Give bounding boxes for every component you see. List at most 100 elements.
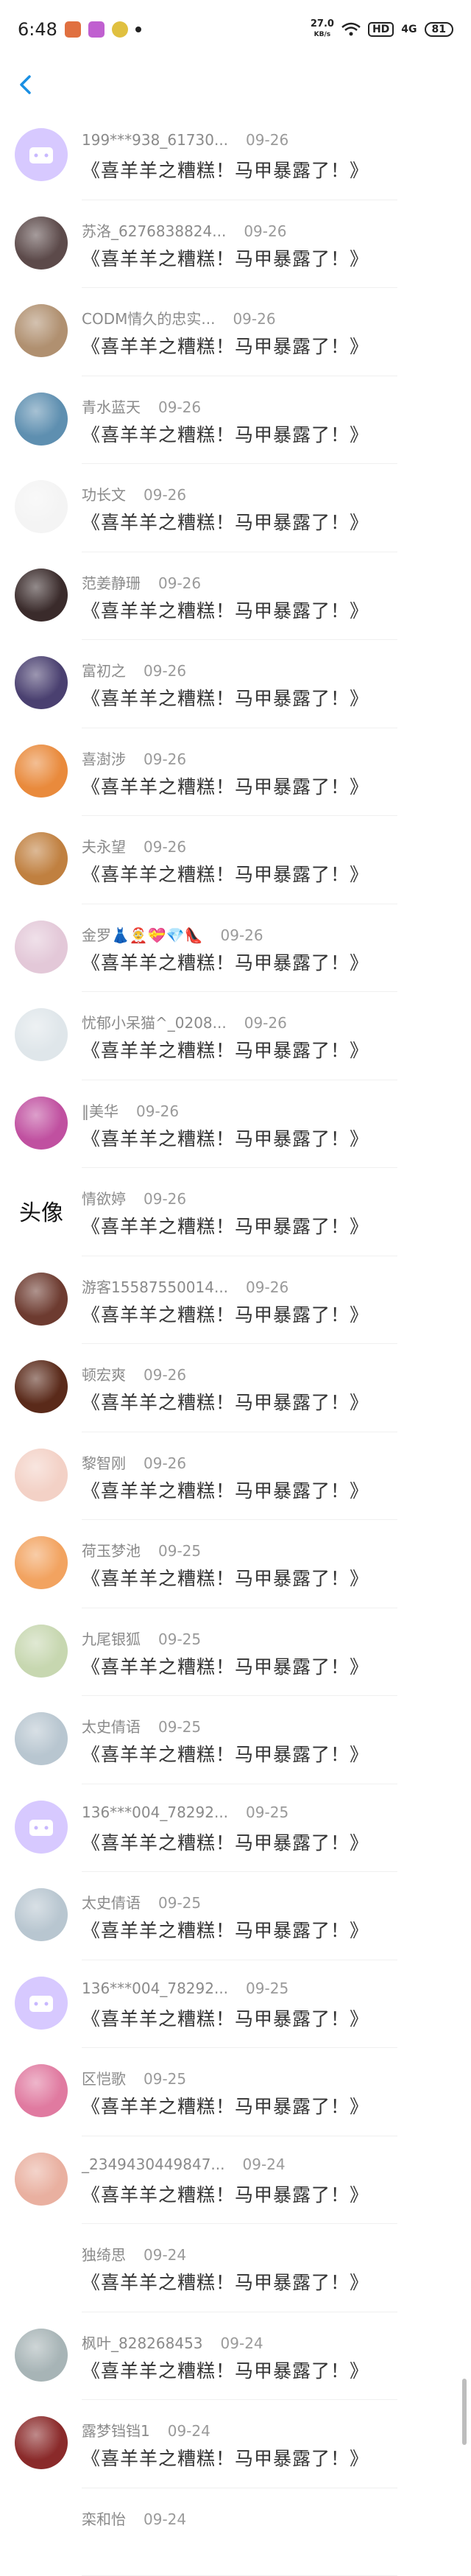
default-avatar-icon [15,1801,68,1854]
avatar[interactable] [15,2416,68,2469]
author-name[interactable]: 136***004_78292... [82,1803,228,1821]
avatar[interactable] [15,2153,68,2206]
author-name[interactable]: 喜澍涉 [82,750,126,768]
author-name[interactable]: 九尾银狐 [82,1630,141,1648]
author-name[interactable]: 金罗👗🤶💝💎👠 [82,926,203,944]
comment-row[interactable]: 太史倩语09-25《喜羊羊之糟糕！马甲暴露了！》 [0,1696,471,1784]
author-name[interactable]: 顿宏爽 [82,1366,126,1384]
author-name[interactable]: 太史倩语 [82,1894,141,1912]
scrollbar[interactable] [462,2379,467,2445]
comment-row[interactable]: 枫叶_82826845309-24《喜羊羊之糟糕！马甲暴露了！》 [0,2312,471,2401]
comment-row[interactable]: 游客15587550014...09-26《喜羊羊之糟糕！马甲暴露了！》 [0,1256,471,1345]
comment-row[interactable]: 栾和怡09-24 [0,2488,471,2576]
author-name[interactable]: 区恺歌 [82,2070,126,2088]
comment-row[interactable]: 太史倩语09-25《喜羊羊之糟糕！马甲暴露了！》 [0,1872,471,1960]
author-name[interactable]: 夫永望 [82,838,126,856]
comment-row[interactable]: ‖美华09-26《喜羊羊之糟糕！马甲暴露了！》 [0,1080,471,1169]
author-name[interactable]: 黎智刚 [82,1454,126,1472]
author-name[interactable]: 富初之 [82,662,126,680]
avatar[interactable] [15,1536,68,1589]
avatar[interactable] [15,480,68,533]
author-name[interactable]: CODM情久的忠实... [82,310,215,328]
comment-row[interactable]: 夫永望09-26《喜羊羊之糟糕！马甲暴露了！》 [0,816,471,904]
author-name[interactable]: 太史倩语 [82,1718,141,1736]
comment-row[interactable]: 范姜静珊09-26《喜羊羊之糟糕！马甲暴露了！》 [0,552,471,641]
author-name[interactable]: 露梦铛铛1 [82,2422,150,2440]
avatar[interactable] [15,569,68,622]
comment-text: 《喜羊羊之糟糕！马甲暴露了！》 [82,1564,369,1591]
comment-row[interactable]: 青水蓝天09-26《喜羊羊之糟糕！马甲暴露了！》 [0,376,471,465]
comment-row[interactable]: 荷玉梦池09-25《喜羊羊之糟糕！马甲暴露了！》 [0,1520,471,1608]
comment-row[interactable]: 金罗👗🤶💝💎👠09-26《喜羊羊之糟糕！马甲暴露了！》 [0,904,471,993]
comment-row[interactable]: 头像情欲婷09-26《喜羊羊之糟糕！马甲暴露了！》 [0,1168,471,1256]
avatar[interactable] [15,304,68,357]
author-name[interactable]: 136***004_78292... [82,1979,228,1997]
comment-date: 09-25 [246,1803,288,1821]
comment-row[interactable]: 功长文09-26《喜羊羊之糟糕！马甲暴露了！》 [0,464,471,552]
comment-text: 《喜羊羊之糟糕！马甲暴露了！》 [82,2444,369,2471]
author-name[interactable]: 青水蓝天 [82,398,141,416]
status-time: 6:48 [18,19,57,40]
comment-row[interactable]: 富初之09-26《喜羊羊之糟糕！马甲暴露了！》 [0,640,471,728]
comment-row[interactable]: 独绮思09-24《喜羊羊之糟糕！马甲暴露了！》 [0,2224,471,2312]
comment-row[interactable]: _2349430449847...09-24《喜羊羊之糟糕！马甲暴露了！》 [0,2136,471,2225]
author-name[interactable]: _2349430449847... [82,2156,225,2173]
avatar[interactable] [15,1977,68,2030]
avatar[interactable]: 头像 [15,1184,68,1237]
comment-author: 太史倩语09-25 [82,1715,201,1736]
comment-text: 《喜羊羊之糟糕！马甲暴露了！》 [82,597,369,623]
comment-date: 09-26 [221,926,263,944]
comment-row[interactable]: 顿宏爽09-26《喜羊羊之糟糕！马甲暴露了！》 [0,1344,471,1432]
comment-date: 09-26 [144,662,186,680]
comment-author: _2349430449847...09-24 [82,2156,286,2173]
network-speed-value: 27.0 [311,19,334,29]
avatar[interactable] [15,1625,68,1678]
comment-row[interactable]: 九尾银狐09-25《喜羊羊之糟糕！马甲暴露了！》 [0,1608,471,1697]
comment-text: 《喜羊羊之糟糕！马甲暴露了！》 [82,1125,369,1151]
author-name[interactable]: 苏洛_6276838824... [82,222,226,240]
comment-text: 《喜羊羊之糟糕！马甲暴露了！》 [82,1477,369,1503]
avatar[interactable] [15,1712,68,1765]
comment-row[interactable]: 苏洛_6276838824...09-26《喜羊羊之糟糕！马甲暴露了！》 [0,200,471,289]
avatar[interactable] [15,1360,68,1413]
comment-author: 青水蓝天09-26 [82,395,201,417]
author-name[interactable]: 枫叶_828268453 [82,2334,203,2352]
avatar[interactable] [15,1888,68,1941]
avatar[interactable] [15,1449,68,1502]
comment-row[interactable]: 区恺歌09-25《喜羊羊之糟糕！马甲暴露了！》 [0,2048,471,2136]
comment-row[interactable]: 露梦铛铛109-24《喜羊羊之糟糕！马甲暴露了！》 [0,2400,471,2488]
avatar[interactable] [15,128,68,181]
avatar[interactable] [15,393,68,446]
comment-row[interactable]: CODM情久的忠实...09-26《喜羊羊之糟糕！马甲暴露了！》 [0,288,471,376]
avatar[interactable] [15,1008,68,1061]
avatar[interactable] [15,1097,68,1150]
back-arrow-icon[interactable] [13,72,38,97]
avatar[interactable] [15,745,68,798]
comment-row[interactable]: 136***004_78292...09-25《喜羊羊之糟糕！马甲暴露了！》 [0,1784,471,1873]
comment-row[interactable]: 136***004_78292...09-25《喜羊羊之糟糕！马甲暴露了！》 [0,1960,471,2049]
author-name[interactable]: 独绮思 [82,2246,126,2264]
comment-row[interactable]: 喜澍涉09-26《喜羊羊之糟糕！马甲暴露了！》 [0,728,471,817]
avatar[interactable] [15,921,68,974]
comment-date: 09-25 [246,1979,288,1997]
avatar[interactable] [15,2329,68,2382]
comment-row[interactable]: 199***938_61730...09-26《喜羊羊之糟糕！马甲暴露了！》 [0,112,471,200]
avatar[interactable] [15,1801,68,1854]
author-name[interactable]: ‖美华 [82,1102,118,1120]
author-name[interactable]: 荷玉梦池 [82,1542,141,1560]
author-name[interactable]: 范姜静珊 [82,574,141,592]
author-name[interactable]: 情欲婷 [82,1190,126,1208]
comment-row[interactable]: 黎智刚09-26《喜羊羊之糟糕！马甲暴露了！》 [0,1432,471,1521]
author-name[interactable]: 199***938_61730... [82,131,228,149]
author-name[interactable]: 忧郁小呆猫^_0208... [82,1014,227,1032]
author-name[interactable]: 功长文 [82,486,126,504]
avatar[interactable] [15,832,68,885]
author-name[interactable]: 游客15587550014... [82,1278,228,1296]
author-name[interactable]: 栾和怡 [82,2510,126,2528]
avatar[interactable] [15,1273,68,1326]
avatar[interactable] [15,217,68,270]
avatar[interactable] [15,2064,68,2117]
comment-row[interactable]: 忧郁小呆猫^_0208...09-26《喜羊羊之糟糕！马甲暴露了！》 [0,992,471,1080]
app-notification-icon [112,21,128,38]
avatar[interactable] [15,656,68,709]
